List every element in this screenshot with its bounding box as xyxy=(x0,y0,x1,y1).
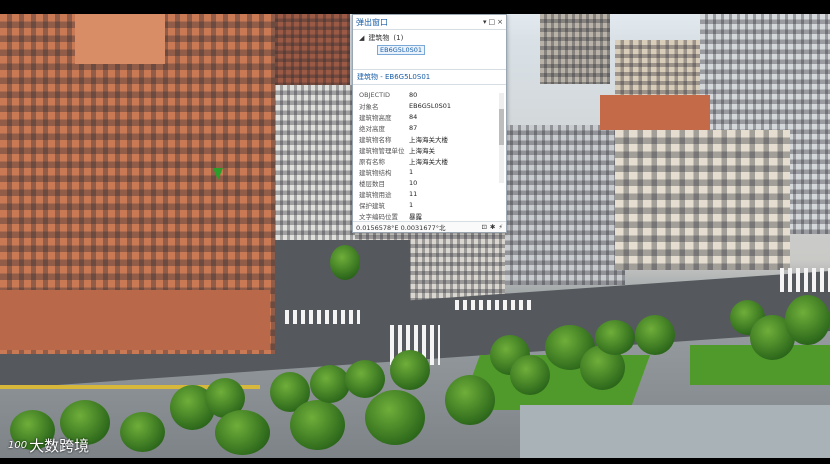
attribute-row: 建筑物高度 84 xyxy=(359,111,451,122)
attribute-value: 1 xyxy=(409,200,414,209)
dropdown-icon[interactable]: ▾ xyxy=(483,18,487,26)
popup-titlebar[interactable]: 弹出窗口 ▾ □ × xyxy=(353,15,506,30)
crosswalk-right xyxy=(455,300,535,310)
attribute-key: 原有名称 xyxy=(359,157,385,166)
feature-item[interactable]: EB6G5L0S01 xyxy=(377,45,426,55)
attribute-key: 对象名 xyxy=(359,102,379,111)
building-grey-block xyxy=(505,125,625,285)
tree xyxy=(510,355,550,395)
collapse-icon[interactable]: ◢ xyxy=(359,34,364,42)
attribute-row: 建筑物结构 1 xyxy=(359,166,451,177)
tree xyxy=(310,365,350,403)
building-tower-bg xyxy=(270,14,350,89)
attribute-key: 绝对高度 xyxy=(359,124,385,133)
attribute-key: 保护建筑 xyxy=(359,201,385,210)
tree xyxy=(390,350,430,390)
attribute-key: 建筑物管理单位 xyxy=(359,146,405,155)
attribute-value: 1 xyxy=(409,167,414,176)
attribute-row: 建筑物用途 11 xyxy=(359,188,451,199)
attribute-row: 建筑物管理单位 上海海关 xyxy=(359,144,451,155)
attribute-key: 建筑物结构 xyxy=(359,168,392,177)
attribute-key: 楼层数目 xyxy=(359,179,385,188)
tree xyxy=(330,245,360,280)
attribute-key: 建筑物用途 xyxy=(359,190,392,199)
watermark-brand: 大数跨境 xyxy=(29,437,90,455)
attribute-value: 上海海关 xyxy=(409,146,435,155)
customs-house-base xyxy=(0,290,270,350)
attribute-key: 建筑物名称 xyxy=(359,135,392,144)
attribute-value: 11 xyxy=(409,189,418,198)
attribute-section-title: 建筑物 - EB6G5L0S01 xyxy=(353,69,506,85)
clock-tower xyxy=(75,14,165,64)
attribute-value: 上海海关大楼 xyxy=(409,135,448,144)
attribute-value: 87 xyxy=(409,123,418,132)
attribute-value: 10 xyxy=(409,178,418,187)
layer-tree: ◢ 建筑物 (1) EB6G5L0S01 xyxy=(353,30,506,63)
flash-icon[interactable]: ⚡ xyxy=(498,223,503,231)
bottom-letterbox xyxy=(0,458,830,464)
attribute-row: 楼层数目 10 xyxy=(359,177,451,188)
building-bank xyxy=(615,130,790,270)
plaza xyxy=(520,405,830,458)
scrollbar-thumb[interactable] xyxy=(499,109,504,145)
popup-scrollbar[interactable] xyxy=(499,93,504,183)
popup-window[interactable]: 弹出窗口 ▾ □ × ◢ 建筑物 (1) EB6G5L0S01 建筑物 - EB… xyxy=(352,14,507,233)
popup-statusbar: 0.0156578°E 0.0031677°北 ⊡ ✱ ⚡ xyxy=(353,221,506,232)
building-red-roof xyxy=(600,95,710,130)
watermark-logo: 100 xyxy=(8,440,28,451)
attribute-row: 原有名称 上海海关大楼 xyxy=(359,155,451,166)
tree xyxy=(120,412,165,452)
attribute-row: 对象名 EB6G5L0S01 xyxy=(359,100,451,111)
crosswalk-far-right xyxy=(780,268,830,292)
attribute-key: 文字编码位置 xyxy=(359,212,398,221)
attribute-key: OBJECTID xyxy=(359,90,391,99)
attribute-value: EB6G5L0S01 xyxy=(409,101,452,110)
building-bg-right xyxy=(540,14,610,84)
attribute-row: OBJECTID 80 xyxy=(359,89,451,100)
tree xyxy=(345,360,385,398)
layer-name[interactable]: 建筑物 xyxy=(368,33,389,43)
attribute-table: OBJECTID 80 对象名 EB6G5L0S01 建筑物高度 84 绝对高度 87 建筑物名… xyxy=(359,89,451,221)
3d-map-scene[interactable]: 弹出窗口 ▾ □ × ◢ 建筑物 (1) EB6G5L0S01 建筑物 - EB… xyxy=(0,0,830,464)
attribute-row: 绝对高度 87 xyxy=(359,122,451,133)
layer-count: (1) xyxy=(393,34,404,42)
location-marker-icon xyxy=(213,168,223,180)
tree xyxy=(635,315,675,355)
attribute-value: 上海海关大楼 xyxy=(409,157,448,166)
watermark: 100 大数跨境 xyxy=(8,435,89,456)
tree xyxy=(365,390,425,445)
crosswalk-left xyxy=(285,310,360,324)
coordinates-readout: 0.0156578°E 0.0031677°北 xyxy=(356,224,446,232)
attribute-value: 80 xyxy=(409,90,418,99)
gear-icon[interactable]: ✱ xyxy=(490,223,495,231)
attribute-value: 84 xyxy=(409,112,418,121)
pin-icon[interactable]: ⊡ xyxy=(482,223,487,231)
attribute-row: 文字编码位置 暴露 xyxy=(359,210,451,221)
popup-title: 弹出窗口 xyxy=(356,17,388,27)
tree xyxy=(595,320,635,355)
restore-icon[interactable]: □ xyxy=(489,18,496,26)
tree xyxy=(785,295,830,345)
attribute-row: 保护建筑 1 xyxy=(359,199,451,210)
tree xyxy=(215,410,270,455)
tree xyxy=(445,375,495,425)
close-icon[interactable]: × xyxy=(497,18,503,26)
attribute-key: 建筑物高度 xyxy=(359,113,392,122)
top-letterbox xyxy=(0,0,830,14)
attribute-value: 暴露 xyxy=(409,212,422,221)
attribute-row: 建筑物名称 上海海关大楼 xyxy=(359,133,451,144)
tree xyxy=(290,400,345,450)
